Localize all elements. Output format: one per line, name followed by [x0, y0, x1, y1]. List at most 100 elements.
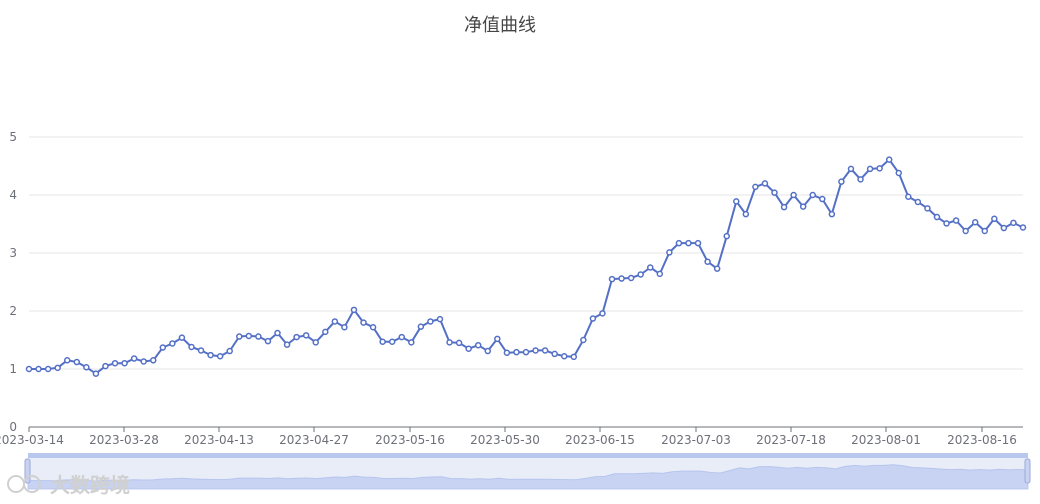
zoom-handle-right[interactable]: [1024, 458, 1031, 484]
data-point: [92, 370, 100, 377]
data-point: [44, 365, 52, 373]
x-axis: 2023-03-14 2023-03-28 2023-04-13 2023-04-27…: [0, 426, 1023, 447]
data-point: [130, 355, 138, 362]
data-point: [150, 357, 157, 364]
data-point: [73, 358, 81, 366]
data-point: [838, 178, 845, 185]
data-point: [905, 193, 912, 200]
data-point: [63, 357, 71, 364]
net-value-line: [29, 158, 1024, 375]
data-point: [895, 169, 902, 177]
data-point: [140, 358, 147, 365]
data-point: [188, 343, 195, 351]
data-point: [159, 344, 167, 351]
y-tick-label-2: 2: [9, 304, 17, 318]
data-point: [1019, 224, 1027, 231]
data-point: [885, 156, 893, 163]
data-point: [857, 176, 864, 183]
data-point: [541, 347, 549, 354]
data-point: [799, 203, 807, 210]
data-point: [618, 275, 625, 282]
data-point: [952, 217, 960, 224]
data-point: [408, 339, 415, 346]
data-point: [398, 333, 405, 341]
data-point: [943, 220, 950, 227]
data-point: [752, 183, 759, 191]
data-point: [503, 349, 511, 357]
data-point: [54, 364, 61, 372]
data-point: [685, 239, 692, 247]
x-tick-label-10: 2023-08-16: [947, 433, 1017, 447]
x-tick-label-5: 2023-05-30: [470, 433, 540, 447]
data-point: [713, 265, 721, 272]
data-point: [991, 215, 998, 223]
data-point: [35, 365, 42, 373]
data-point: [790, 191, 797, 199]
data-point: [417, 323, 425, 330]
data-point: [283, 341, 291, 348]
data-point: [666, 249, 673, 256]
zoom-move-bar[interactable]: [28, 453, 1028, 458]
watermark-logo-icon: [7, 475, 25, 493]
data-point: [876, 165, 883, 172]
data-point: [704, 258, 711, 265]
chart-title: 净值曲线: [464, 15, 536, 36]
data-point: [216, 352, 224, 360]
data-point: [331, 318, 339, 325]
data-point: [742, 210, 750, 218]
data-point: [455, 339, 463, 347]
data-point: [436, 315, 444, 323]
data-point: [302, 332, 310, 339]
data-point: [312, 339, 319, 346]
x-tick-label-9: 2023-08-01: [851, 433, 921, 447]
data-point: [627, 274, 635, 282]
data-point: [111, 359, 119, 367]
x-tick-label-7: 2023-07-03: [661, 433, 731, 447]
data-point: [169, 340, 176, 347]
data-point: [522, 348, 530, 356]
data-point: [608, 275, 616, 283]
data-point: [427, 318, 434, 325]
data-point: [962, 227, 969, 235]
data-zoom-slider[interactable]: [24, 453, 1031, 490]
x-tick-label-6: 2023-06-15: [565, 433, 635, 447]
data-point: [83, 364, 90, 371]
data-point: [322, 328, 329, 336]
data-point: [551, 350, 558, 358]
data-point: [245, 332, 253, 340]
x-tick-label-4: 2023-05-16: [375, 433, 445, 447]
data-point: [819, 195, 826, 203]
data-point: [178, 334, 186, 341]
x-tick-label-8: 2023-07-18: [756, 433, 826, 447]
data-point: [264, 337, 272, 345]
data-point: [933, 213, 941, 221]
data-point: [589, 315, 597, 322]
data-point: [981, 227, 989, 235]
data-point: [847, 165, 855, 173]
data-point: [694, 239, 702, 247]
data-point: [771, 189, 778, 196]
x-tick-label-3: 2023-04-27: [279, 433, 349, 447]
y-axis: 0 1 2 3 4 5: [9, 130, 17, 434]
data-point: [866, 165, 874, 173]
data-point: [121, 359, 128, 367]
series: [25, 156, 1027, 377]
data-point: [780, 203, 788, 211]
y-tick-label-0: 0: [9, 420, 17, 434]
data-point: [369, 323, 377, 331]
data-point: [675, 239, 683, 247]
data-point: [1010, 219, 1017, 227]
data-point: [446, 339, 453, 346]
data-point: [255, 333, 262, 340]
data-point: [226, 347, 233, 355]
data-point: [924, 205, 931, 212]
data-point: [484, 347, 492, 355]
data-point: [513, 348, 520, 356]
gridlines: [29, 136, 1023, 428]
data-point: [570, 353, 578, 361]
data-point: [197, 347, 205, 354]
data-point: [1000, 224, 1008, 232]
y-tick-label-4: 4: [9, 188, 17, 202]
data-point: [465, 345, 472, 352]
x-tick-label-1: 2023-03-28: [89, 433, 159, 447]
